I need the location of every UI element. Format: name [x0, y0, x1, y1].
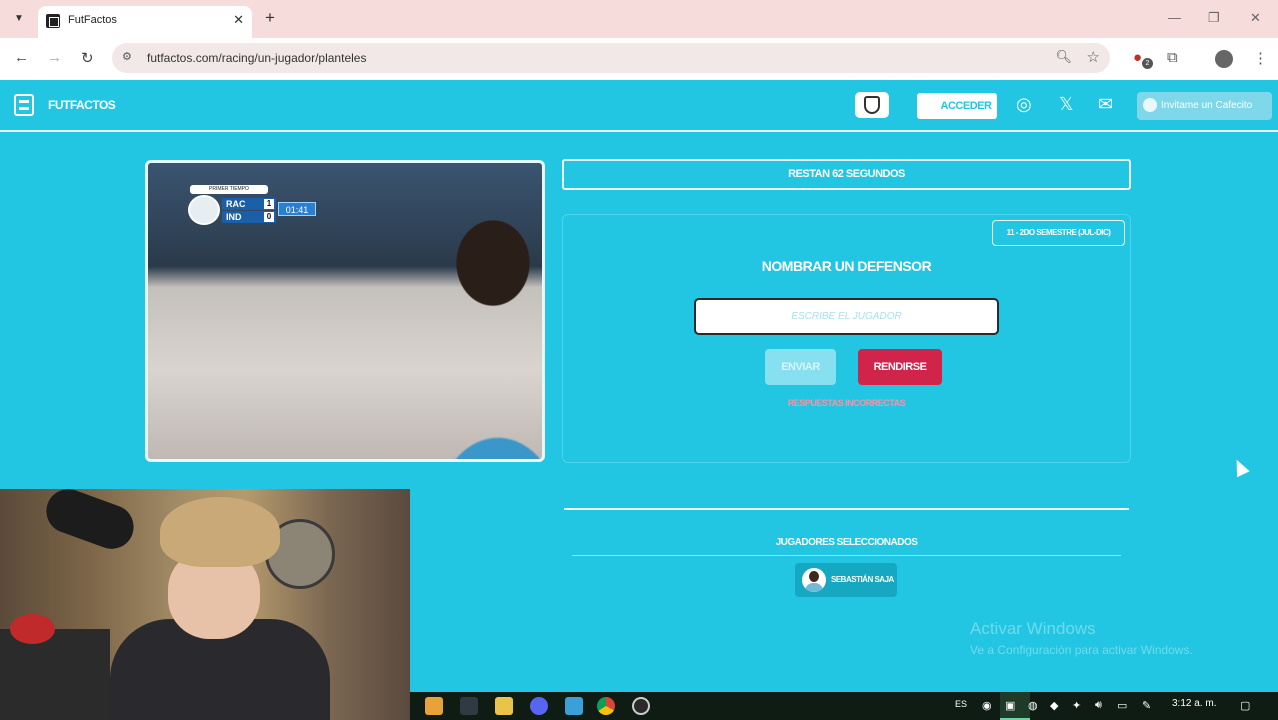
- volume-icon[interactable]: 🔊︎: [1095, 699, 1102, 712]
- period-label: PRIMER TIEMPO: [190, 185, 268, 194]
- tab-close-icon[interactable]: ✕: [233, 12, 244, 28]
- url-text[interactable]: futfactos.com/racing/un-jugador/plantele…: [147, 51, 366, 65]
- microphone-shape: [40, 489, 140, 556]
- cafecito-button[interactable]: Invitame un Cafecito: [1137, 92, 1272, 120]
- chrome-icon[interactable]: [597, 697, 615, 715]
- wrong-answers-label: RESPUESTAS INCORRECTAS: [787, 398, 906, 408]
- scoreboard-overlay: PRIMER TIEMPO RAC 1 IND 0 01:41: [188, 185, 318, 227]
- file-explorer-icon[interactable]: [495, 697, 513, 715]
- game-card: [562, 214, 1131, 463]
- x-twitter-icon[interactable]: 𝕏: [1059, 94, 1074, 115]
- logo-text[interactable]: FUTFACTOS: [48, 98, 116, 112]
- home-team-row: RAC 1: [222, 198, 276, 210]
- activate-windows-subtitle: Ve a Configuración para activar Windows.: [970, 643, 1193, 657]
- countdown-timer: RESTAN 62 SEGUNDOS: [562, 159, 1131, 190]
- discord-icon[interactable]: [530, 697, 548, 715]
- futfactos-logo-icon[interactable]: [14, 94, 34, 116]
- profile-avatar[interactable]: [1215, 50, 1233, 68]
- tab-title: FutFactos: [68, 14, 117, 26]
- extension-badge: 2: [1142, 58, 1153, 69]
- address-bar[interactable]: ⚙ futfactos.com/racing/un-jugador/plante…: [112, 43, 1110, 73]
- windows-taskbar: ES ◉ ▣ ◍ ◆ ✦ 🔊︎ ▭ ✎ 3:12 a. m. ▢: [410, 692, 1278, 720]
- site-header: FUTFACTOS ACCEDER ◎ 𝕏 ✉ Invitame un Cafe…: [0, 80, 1278, 132]
- tray-app-icon[interactable]: ◍: [1028, 699, 1038, 712]
- tray-app-icon[interactable]: ▣: [1005, 699, 1015, 712]
- notifications-icon[interactable]: ▢: [1240, 699, 1250, 712]
- red-object-shape: [10, 614, 55, 644]
- instagram-icon[interactable]: ◎: [1016, 94, 1032, 115]
- mail-icon[interactable]: ✉: [1098, 94, 1113, 115]
- language-indicator[interactable]: ES: [955, 699, 967, 709]
- reload-icon[interactable]: ↻: [81, 49, 94, 67]
- player-name: SEBASTIÁN SAJA: [831, 575, 894, 584]
- section-divider: [572, 555, 1121, 556]
- selected-player-chip[interactable]: SEBASTIÁN SAJA: [795, 563, 897, 597]
- minimize-icon[interactable]: —: [1168, 10, 1181, 25]
- away-team-row: IND 0: [222, 211, 276, 223]
- person-hair-shape: [160, 497, 280, 567]
- site-info-icon[interactable]: ⚙: [122, 50, 132, 63]
- zoom-icon[interactable]: 🔍︎: [1055, 49, 1072, 65]
- taskbar-clock[interactable]: 3:12 a. m.: [1172, 698, 1216, 709]
- window-close-icon[interactable]: ✕: [1250, 10, 1261, 26]
- webcam-overlay: [0, 489, 410, 720]
- question-title: NOMBRAR UN DEFENSOR: [761, 258, 932, 274]
- maximize-icon[interactable]: ❐: [1208, 10, 1220, 26]
- back-icon[interactable]: ←: [14, 49, 29, 66]
- submit-button[interactable]: ENVIAR: [765, 349, 836, 385]
- match-video[interactable]: PRIMER TIEMPO RAC 1 IND 0 01:41: [145, 160, 545, 462]
- period-badge: 11 - 2DO SEMESTRE (JUL-DIC): [992, 220, 1125, 246]
- obs-icon[interactable]: [632, 697, 650, 715]
- network-icon[interactable]: ▭: [1117, 699, 1127, 712]
- browser-menu-icon[interactable]: ⋮: [1253, 49, 1268, 67]
- mouse-cursor-icon: [1230, 456, 1250, 478]
- taskbar-app-icon[interactable]: [565, 697, 583, 715]
- taskbar-settings-icon[interactable]: [460, 697, 478, 715]
- browser-toolbar: ← → ↻ ⚙ futfactos.com/racing/un-jugador/…: [0, 38, 1278, 80]
- home-team: RAC: [226, 199, 246, 209]
- extensions-puzzle-icon[interactable]: ⧉: [1167, 49, 1178, 66]
- tray-app-icon[interactable]: ✦: [1072, 699, 1081, 712]
- match-clock: 01:41: [278, 202, 316, 216]
- new-tab-icon[interactable]: +: [265, 8, 275, 28]
- tray-app-icon[interactable]: ◆: [1050, 699, 1058, 712]
- tab-futfactos[interactable]: FutFactos ✕: [38, 6, 252, 38]
- league-crest-icon: [188, 195, 220, 225]
- player-avatar: [802, 568, 826, 592]
- racing-club-badge-icon[interactable]: [855, 92, 889, 118]
- tab-search-icon[interactable]: ▼: [8, 8, 30, 30]
- whatsapp-icon[interactable]: ◉: [982, 699, 992, 712]
- away-score: 0: [264, 212, 274, 222]
- section-divider: [564, 508, 1129, 510]
- activate-windows-title: Activar Windows: [970, 619, 1096, 638]
- login-button[interactable]: ACCEDER: [917, 93, 997, 119]
- forward-icon[interactable]: →: [47, 49, 62, 66]
- futfactos-favicon-icon: [46, 14, 60, 28]
- away-team: IND: [226, 212, 242, 222]
- browser-tab-strip: ▼ FutFactos ✕ + — ❐ ✕: [0, 0, 1278, 38]
- player-input[interactable]: [694, 298, 999, 335]
- home-score: 1: [264, 199, 274, 209]
- pen-icon[interactable]: ✎: [1142, 699, 1151, 712]
- selected-players-title: JUGADORES SELECCIONADOS: [775, 537, 918, 548]
- bookmark-star-icon[interactable]: ☆: [1087, 48, 1100, 66]
- taskbar-app-icon[interactable]: [425, 697, 443, 715]
- desk-shape: [0, 629, 110, 720]
- give-up-button[interactable]: RENDIRSE: [858, 349, 942, 385]
- extension-icon[interactable]: ●: [1133, 49, 1142, 66]
